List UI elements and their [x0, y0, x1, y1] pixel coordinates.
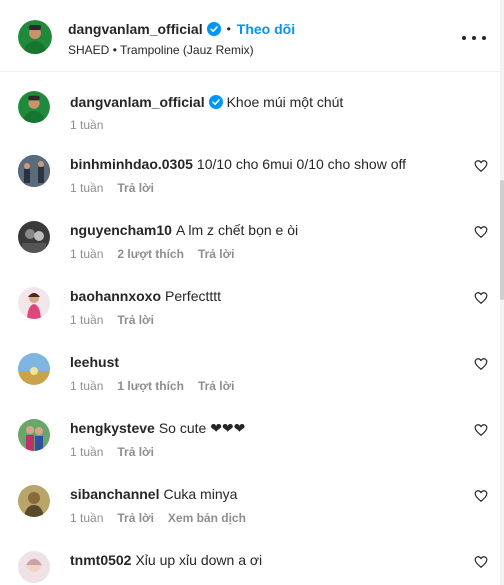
caption-username[interactable]: dangvanlam_official	[70, 94, 205, 110]
music-info[interactable]: SHAED • Trampoline (Jauz Remix)	[68, 43, 254, 57]
comment-username[interactable]: baohannxoxo	[70, 288, 161, 304]
comment-meta: 1 tuần 2 lượt thích Trả lời	[70, 247, 248, 261]
follow-button[interactable]: Theo dõi	[237, 21, 295, 37]
comment-username[interactable]: hengkysteve	[70, 420, 155, 436]
author-avatar[interactable]	[18, 20, 52, 54]
comment-meta: 1 tuần Trả lời Xem bản dịch	[70, 511, 260, 525]
reply-button[interactable]: Trả lời	[117, 511, 154, 525]
comment-username[interactable]: leehust	[70, 354, 119, 370]
commenter-avatar[interactable]	[18, 287, 50, 319]
post-header: dangvanlam_official • Theo dõi SHAED • T…	[0, 0, 504, 72]
comment-text: So cute ❤❤❤	[158, 420, 246, 436]
heart-icon[interactable]	[474, 489, 488, 503]
reply-button[interactable]: Trả lời	[117, 313, 154, 327]
comment-username[interactable]: sibanchannel	[70, 486, 159, 502]
author-username[interactable]: dangvanlam_official	[68, 21, 203, 37]
see-translation-button[interactable]: Xem bản dịch	[168, 511, 246, 525]
comment-text-line: tnmt0502 Xỉu up xỉu down a ơi	[70, 551, 464, 569]
reply-button[interactable]: Trả lời	[198, 247, 235, 261]
heart-icon[interactable]	[474, 159, 488, 173]
caption-text-line: dangvanlam_official Khoe múi một chút	[70, 93, 464, 111]
music-separator: •	[112, 43, 117, 57]
commenter-avatar[interactable]	[18, 551, 50, 583]
music-artist: SHAED	[68, 43, 110, 57]
comment-username[interactable]: tnmt0502	[70, 552, 131, 568]
verified-badge-icon	[206, 22, 221, 36]
commenter-avatar[interactable]	[18, 221, 50, 253]
commenter-avatar[interactable]	[18, 419, 50, 451]
comment-username[interactable]: binhminhdao.0305	[70, 156, 193, 172]
commenter-avatar[interactable]	[18, 485, 50, 517]
comment-meta: 1 tuần Trả lời	[70, 181, 168, 195]
caption-time[interactable]: 1 tuần	[70, 118, 103, 132]
comment-text-line: binhminhdao.0305 10/10 cho 6mui 0/10 cho …	[70, 155, 464, 173]
header-title-line: dangvanlam_official • Theo dõi	[68, 21, 295, 37]
comment-username[interactable]: nguyencham10	[70, 222, 172, 238]
caption-meta: 1 tuần	[70, 118, 117, 132]
commenter-avatar[interactable]	[18, 353, 50, 385]
comment-meta: 1 tuần Trả lời	[70, 445, 168, 459]
caption-text: Khoe múi một chút	[226, 94, 344, 110]
comment-text-line: nguyencham10 A lm z chết bọn e òi	[70, 221, 464, 239]
comment-text-line: sibanchannel Cuka minya	[70, 485, 464, 503]
comments-list[interactable]: dangvanlam_official Khoe múi một chút 1 t…	[0, 73, 504, 585]
comment-text: Cuka minya	[163, 486, 238, 502]
heart-icon[interactable]	[474, 291, 488, 305]
comment-time[interactable]: 1 tuần	[70, 313, 103, 327]
caption-avatar[interactable]	[18, 91, 50, 123]
comment-time[interactable]: 1 tuần	[70, 511, 103, 525]
comment-text-line: baohannxoxo Perfectttt	[70, 287, 464, 305]
comment-text: Xỉu up xỉu down a ơi	[135, 552, 263, 568]
comment-meta: 1 tuần Trả lời	[70, 313, 168, 327]
comment-text: 10/10 cho 6mui 0/10 cho show off	[196, 156, 407, 172]
comment-time[interactable]: 1 tuần	[70, 247, 103, 261]
reply-button[interactable]: Trả lời	[117, 445, 154, 459]
reply-button[interactable]: Trả lời	[117, 181, 154, 195]
heart-icon[interactable]	[474, 423, 488, 437]
verified-badge-icon	[208, 95, 223, 109]
commenter-avatar[interactable]	[18, 155, 50, 187]
heart-icon[interactable]	[474, 555, 488, 569]
heart-icon[interactable]	[474, 357, 488, 371]
separator-dot: •	[226, 22, 231, 36]
comment-text-line: hengkysteve So cute ❤❤❤	[70, 419, 464, 437]
comment-meta: 1 tuần 1 lượt thích Trả lời	[70, 379, 248, 393]
reply-button[interactable]: Trả lời	[198, 379, 235, 393]
comment-text: A lm z chết bọn e òi	[175, 222, 299, 238]
likes-count[interactable]: 2 lượt thích	[117, 247, 184, 261]
comment-time[interactable]: 1 tuần	[70, 445, 103, 459]
comment-text-line: leehust	[70, 353, 464, 371]
more-options-icon[interactable]	[462, 28, 486, 48]
comment-time[interactable]: 1 tuần	[70, 379, 103, 393]
scrollbar-thumb[interactable]	[500, 180, 504, 300]
comment-text: Perfectttt	[165, 288, 222, 304]
heart-icon[interactable]	[474, 225, 488, 239]
music-title: Trampoline (Jauz Remix)	[120, 43, 254, 57]
comment-time[interactable]: 1 tuần	[70, 181, 103, 195]
likes-count[interactable]: 1 lượt thích	[117, 379, 184, 393]
